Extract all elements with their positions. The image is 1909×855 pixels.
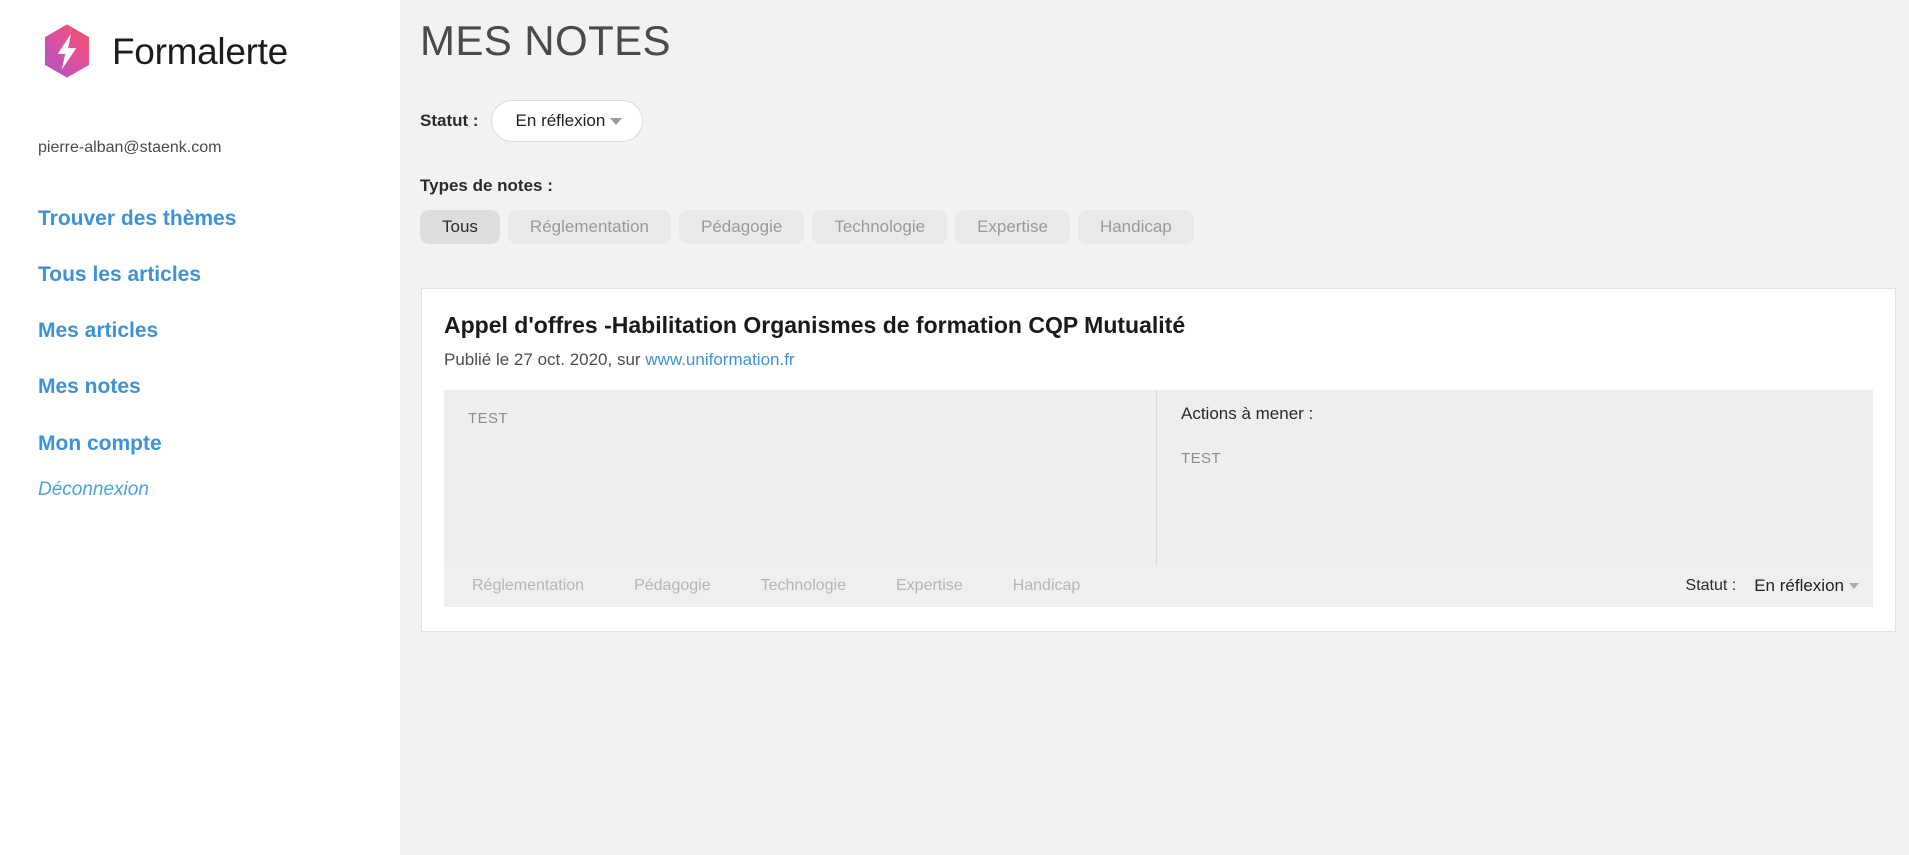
note-tags: Réglementation Pédagogie Technologie Exp… <box>472 577 1130 595</box>
brand[interactable]: Formalerte <box>38 22 400 80</box>
note-panes: TEST Actions à mener : TEST <box>444 389 1873 565</box>
note-tag-pedagogie[interactable]: Pédagogie <box>634 577 741 595</box>
sidebar-item-all-articles[interactable]: Tous les articles <box>38 263 201 286</box>
note-meta-prefix: Publié le 27 oct. 2020, sur <box>444 349 641 369</box>
note-title: Appel d'offres -Habilitation Organismes … <box>444 312 1186 339</box>
chevron-down-icon <box>1849 582 1859 589</box>
note-actions-pane[interactable]: Actions à mener : TEST <box>1156 389 1873 565</box>
note-tag-handicap[interactable]: Handicap <box>1013 577 1111 595</box>
note-footer-status-value: En réflexion <box>1754 575 1844 595</box>
note-actions-heading: Actions à mener : <box>1181 403 1314 423</box>
note-tag-technologie[interactable]: Technologie <box>761 577 876 595</box>
hexagon-lightning-bolt-icon <box>44 24 90 78</box>
note-footer-status: Statut : En réflexion <box>1686 576 1859 596</box>
types-filter-label: Types de notes : <box>420 176 553 196</box>
main-content: MES NOTES Statut : En réflexion Types de… <box>400 0 1909 855</box>
chip-tous[interactable]: Tous <box>420 210 500 245</box>
sidebar: Formalerte pierre-alban@staenk.com Trouv… <box>0 0 400 855</box>
chevron-down-icon <box>610 117 623 125</box>
chip-expertise[interactable]: Expertise <box>955 210 1070 245</box>
note-actions-text: TEST <box>1181 449 1221 467</box>
sidebar-item-my-account[interactable]: Mon compte <box>38 432 162 455</box>
chip-reglementation[interactable]: Réglementation <box>507 210 671 245</box>
chip-pedagogie[interactable]: Pédagogie <box>679 210 805 245</box>
sidebar-nav: Trouver des thèmes Tous les articles Mes… <box>38 207 400 500</box>
note-tag-expertise[interactable]: Expertise <box>896 577 993 595</box>
app-root: Formalerte pierre-alban@staenk.com Trouv… <box>0 0 1909 855</box>
brand-name: Formalerte <box>112 30 288 72</box>
chip-technologie[interactable]: Technologie <box>812 210 948 245</box>
note-text-pane[interactable]: TEST <box>444 389 1156 565</box>
note-footer-status-dropdown[interactable]: En réflexion <box>1754 576 1859 596</box>
chip-handicap[interactable]: Handicap <box>1077 210 1194 245</box>
user-email: pierre-alban@staenk.com <box>38 139 222 156</box>
note-card-footer: Réglementation Pédagogie Technologie Exp… <box>444 564 1873 607</box>
sidebar-item-my-notes[interactable]: Mes notes <box>38 375 141 398</box>
note-meta: Publié le 27 oct. 2020, sur www.uniforma… <box>444 350 1873 370</box>
sidebar-item-my-articles[interactable]: Mes articles <box>38 319 158 342</box>
note-text: TEST <box>468 409 508 427</box>
status-filter-value: En réflexion <box>515 111 606 131</box>
sidebar-item-logout[interactable]: Déconnexion <box>38 479 149 501</box>
note-tag-reglementation[interactable]: Réglementation <box>472 577 614 595</box>
note-card: Appel d'offres -Habilitation Organismes … <box>421 288 1896 632</box>
sidebar-item-find-themes[interactable]: Trouver des thèmes <box>38 207 236 230</box>
note-source-link[interactable]: www.uniformation.fr <box>645 350 794 369</box>
status-filter-label: Statut : <box>420 111 479 131</box>
status-filter-row: Statut : En réflexion <box>420 100 1909 143</box>
status-filter-dropdown[interactable]: En réflexion <box>490 100 644 143</box>
types-filter-chips: Tous Réglementation Pédagogie Technologi… <box>420 210 1909 245</box>
note-footer-status-label: Statut : <box>1685 576 1737 594</box>
page-title: MES NOTES <box>420 17 671 64</box>
